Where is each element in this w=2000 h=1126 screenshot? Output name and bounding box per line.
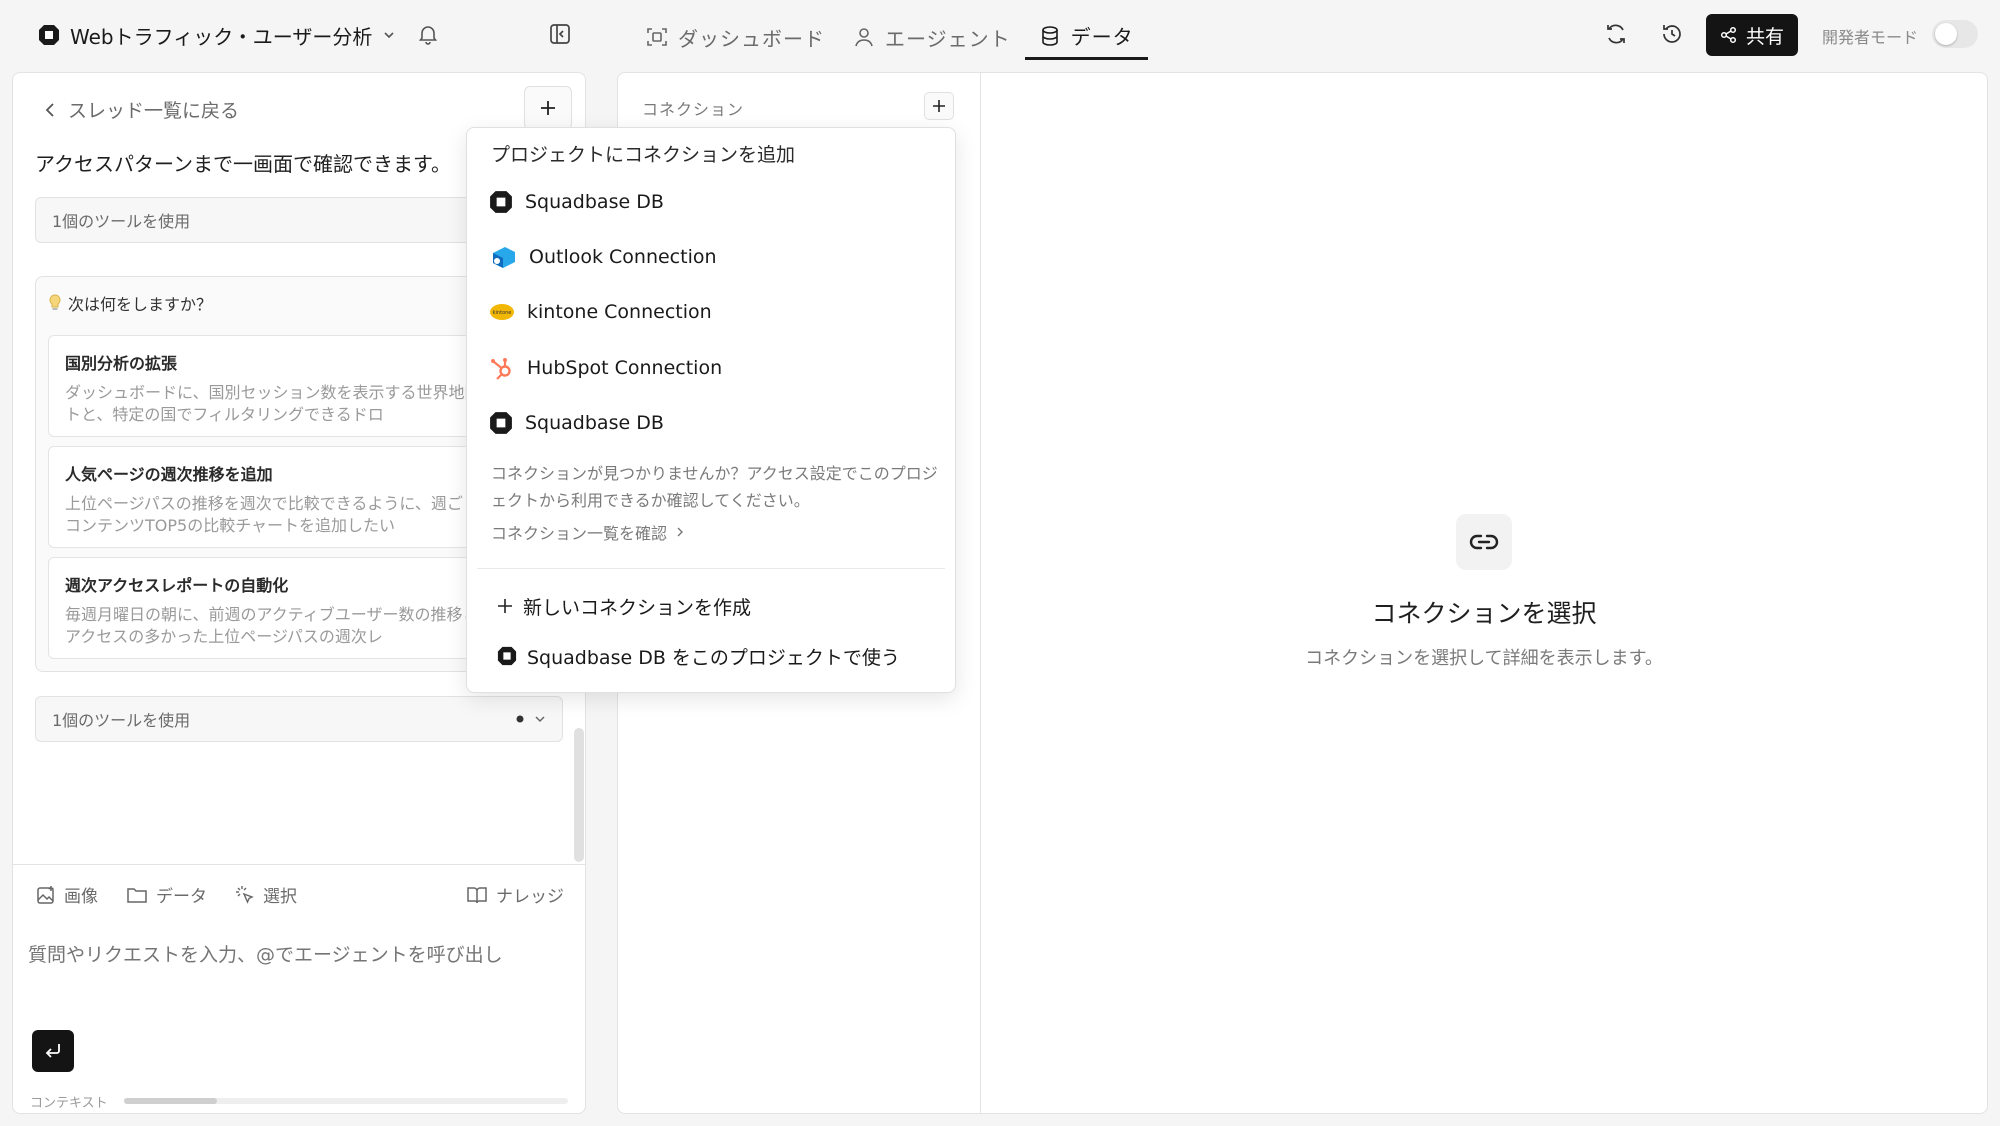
folder-icon xyxy=(126,885,148,905)
suggestion-title: 人気ページの週次推移を追加 xyxy=(65,465,273,484)
suggestion-title: 国別分析の拡張 xyxy=(65,354,178,373)
assistant-message: アクセスパターンまで一画面で確認できます。 xyxy=(35,152,451,176)
project-selector[interactable]: Webトラフィック・ユーザー分析 xyxy=(38,20,396,50)
empty-state-subtitle: コネクションを選択して詳細を表示します。 xyxy=(1305,648,1663,669)
suggestion-desc: 毎週月曜日の朝に、前週のアクティブユーザー数の推移と、最もアクセスの多かった上位… xyxy=(65,605,526,646)
context-usage-fill xyxy=(124,1098,217,1104)
outlook-icon xyxy=(489,243,517,271)
bell-icon[interactable] xyxy=(416,22,440,46)
plus-icon xyxy=(932,99,946,113)
main-tabs: ダッシュボード エージェント データ xyxy=(632,14,1148,62)
dev-mode-label: 開発者モード xyxy=(1822,28,1919,47)
connection-option-label: Outlook Connection xyxy=(529,246,717,268)
send-button[interactable] xyxy=(32,1030,74,1072)
enter-icon xyxy=(43,1041,63,1061)
project-name: Webトラフィック・ユーザー分析 xyxy=(70,24,373,49)
squadbase-icon xyxy=(489,190,513,214)
image-icon xyxy=(36,885,56,905)
chevron-right-icon xyxy=(675,526,685,538)
cursor-click-icon xyxy=(235,885,255,905)
next-actions-header: 次は何をしますか？ xyxy=(48,291,212,315)
create-connection-label: 新しいコネクションを作成 xyxy=(523,596,752,619)
plus-icon xyxy=(539,99,557,117)
select-element-button[interactable]: 選択 xyxy=(235,882,297,907)
knowledge-label: ナレッジ xyxy=(496,887,564,907)
tab-agent-label: エージェント xyxy=(885,26,1011,51)
knowledge-button[interactable]: ナレッジ xyxy=(466,882,564,907)
user-icon xyxy=(853,26,875,48)
share-button[interactable]: 共有 xyxy=(1706,14,1798,56)
use-squadbase-db-button[interactable]: Squadbase DB をこのプロジェクトで使う xyxy=(497,636,900,676)
attach-image-button[interactable]: 画像 xyxy=(36,882,98,907)
dropdown-note: コネクションが見つかりませんか？アクセス設定でこのプロジェクトから利用できるか確… xyxy=(491,464,938,510)
dropdown-divider xyxy=(477,568,945,569)
add-connection-button[interactable] xyxy=(924,92,954,120)
suggestion-title: 週次アクセスレポートの自動化 xyxy=(65,576,289,595)
status-dot-icon xyxy=(516,715,524,723)
dropdown-title: プロジェクトにコネクションを追加 xyxy=(491,144,796,166)
image-label: 画像 xyxy=(64,887,98,907)
connections-header: コネクション xyxy=(642,100,745,119)
connection-option[interactable]: Squadbase DB xyxy=(489,178,939,226)
plus-icon xyxy=(497,598,513,614)
squadbase-logo-icon xyxy=(38,24,60,46)
back-to-threads-link[interactable]: スレッド一覧に戻る xyxy=(44,96,239,123)
chat-input[interactable] xyxy=(28,944,568,966)
input-toolbar: 画像 データ 選択 xyxy=(36,882,297,907)
context-label: コンテキスト xyxy=(30,1096,108,1111)
database-icon xyxy=(1039,25,1061,47)
suggestion-desc: ダッシュボードに、国別セッション数を表示する世界地図チャートと、特定の国でフィル… xyxy=(65,383,529,424)
tab-dashboard-label: ダッシュボード xyxy=(678,26,825,51)
connection-option[interactable]: Outlook Connection xyxy=(489,233,939,281)
svg-text:kintone: kintone xyxy=(493,310,512,316)
tab-dashboard[interactable]: ダッシュボード xyxy=(632,14,839,60)
add-connection-dropdown: プロジェクトにコネクションを追加 Squadbase DB Outlook Co… xyxy=(466,127,956,693)
connection-option-label: Squadbase DB xyxy=(525,191,664,213)
view-connections-label: コネクション一覧を確認 xyxy=(491,524,668,543)
empty-state-title: コネクションを選択 xyxy=(1371,599,1597,628)
sidebar-collapse-icon[interactable] xyxy=(548,22,572,46)
view-connections-link[interactable]: コネクション一覧を確認 xyxy=(491,520,685,544)
connection-option-label: Squadbase DB xyxy=(525,412,664,434)
attach-data-button[interactable]: データ xyxy=(126,882,207,907)
tool-usage-collapsible[interactable]: 1個のツールを使用 xyxy=(35,696,563,742)
squadbase-icon xyxy=(489,411,513,435)
data-label: データ xyxy=(156,887,207,907)
use-squadbase-db-label: Squadbase DB をこのプロジェクトで使う xyxy=(527,646,900,669)
chevron-down-icon xyxy=(534,713,546,725)
chat-scrollbar[interactable] xyxy=(574,728,584,862)
back-label: スレッド一覧に戻る xyxy=(68,100,240,122)
connection-option-label: kintone Connection xyxy=(527,301,712,323)
create-connection-button[interactable]: 新しいコネクションを作成 xyxy=(497,586,751,626)
suggestion-desc: 上位ページパスの推移を週次で比較できるように、週ごとの人気コンテンツTOP5の比… xyxy=(65,494,527,535)
connection-option[interactable]: HubSpot Connection xyxy=(489,344,939,392)
book-icon xyxy=(466,885,488,905)
connection-option[interactable]: Squadbase DB xyxy=(489,399,939,447)
select-label: 選択 xyxy=(263,887,297,907)
new-thread-button[interactable] xyxy=(524,86,572,130)
dev-mode-toggle[interactable] xyxy=(1932,20,1978,48)
chevron-down-icon xyxy=(382,28,396,42)
tab-data-label: データ xyxy=(1070,25,1134,49)
squadbase-icon xyxy=(497,646,517,666)
connection-option[interactable]: kintone kintone Connection xyxy=(489,288,939,336)
chevron-left-icon xyxy=(44,102,56,118)
share-label: 共有 xyxy=(1745,25,1784,48)
lightbulb-icon xyxy=(48,294,62,312)
tool-usage-label: 1個のツールを使用 xyxy=(52,212,191,231)
share-icon xyxy=(1720,26,1738,44)
tab-agent[interactable]: エージェント xyxy=(839,14,1025,60)
link-icon xyxy=(1456,514,1512,570)
tab-data[interactable]: データ xyxy=(1024,14,1148,60)
kintone-icon: kintone xyxy=(489,299,515,325)
dashboard-icon xyxy=(646,26,668,48)
hubspot-icon xyxy=(489,355,515,381)
refresh-icon[interactable] xyxy=(1604,22,1628,46)
connection-detail-panel xyxy=(980,72,1988,1114)
history-icon[interactable] xyxy=(1660,22,1684,46)
tool-usage-label: 1個のツールを使用 xyxy=(52,711,191,730)
next-actions-title: 次は何をしますか？ xyxy=(68,295,213,314)
connection-option-label: HubSpot Connection xyxy=(527,357,723,379)
